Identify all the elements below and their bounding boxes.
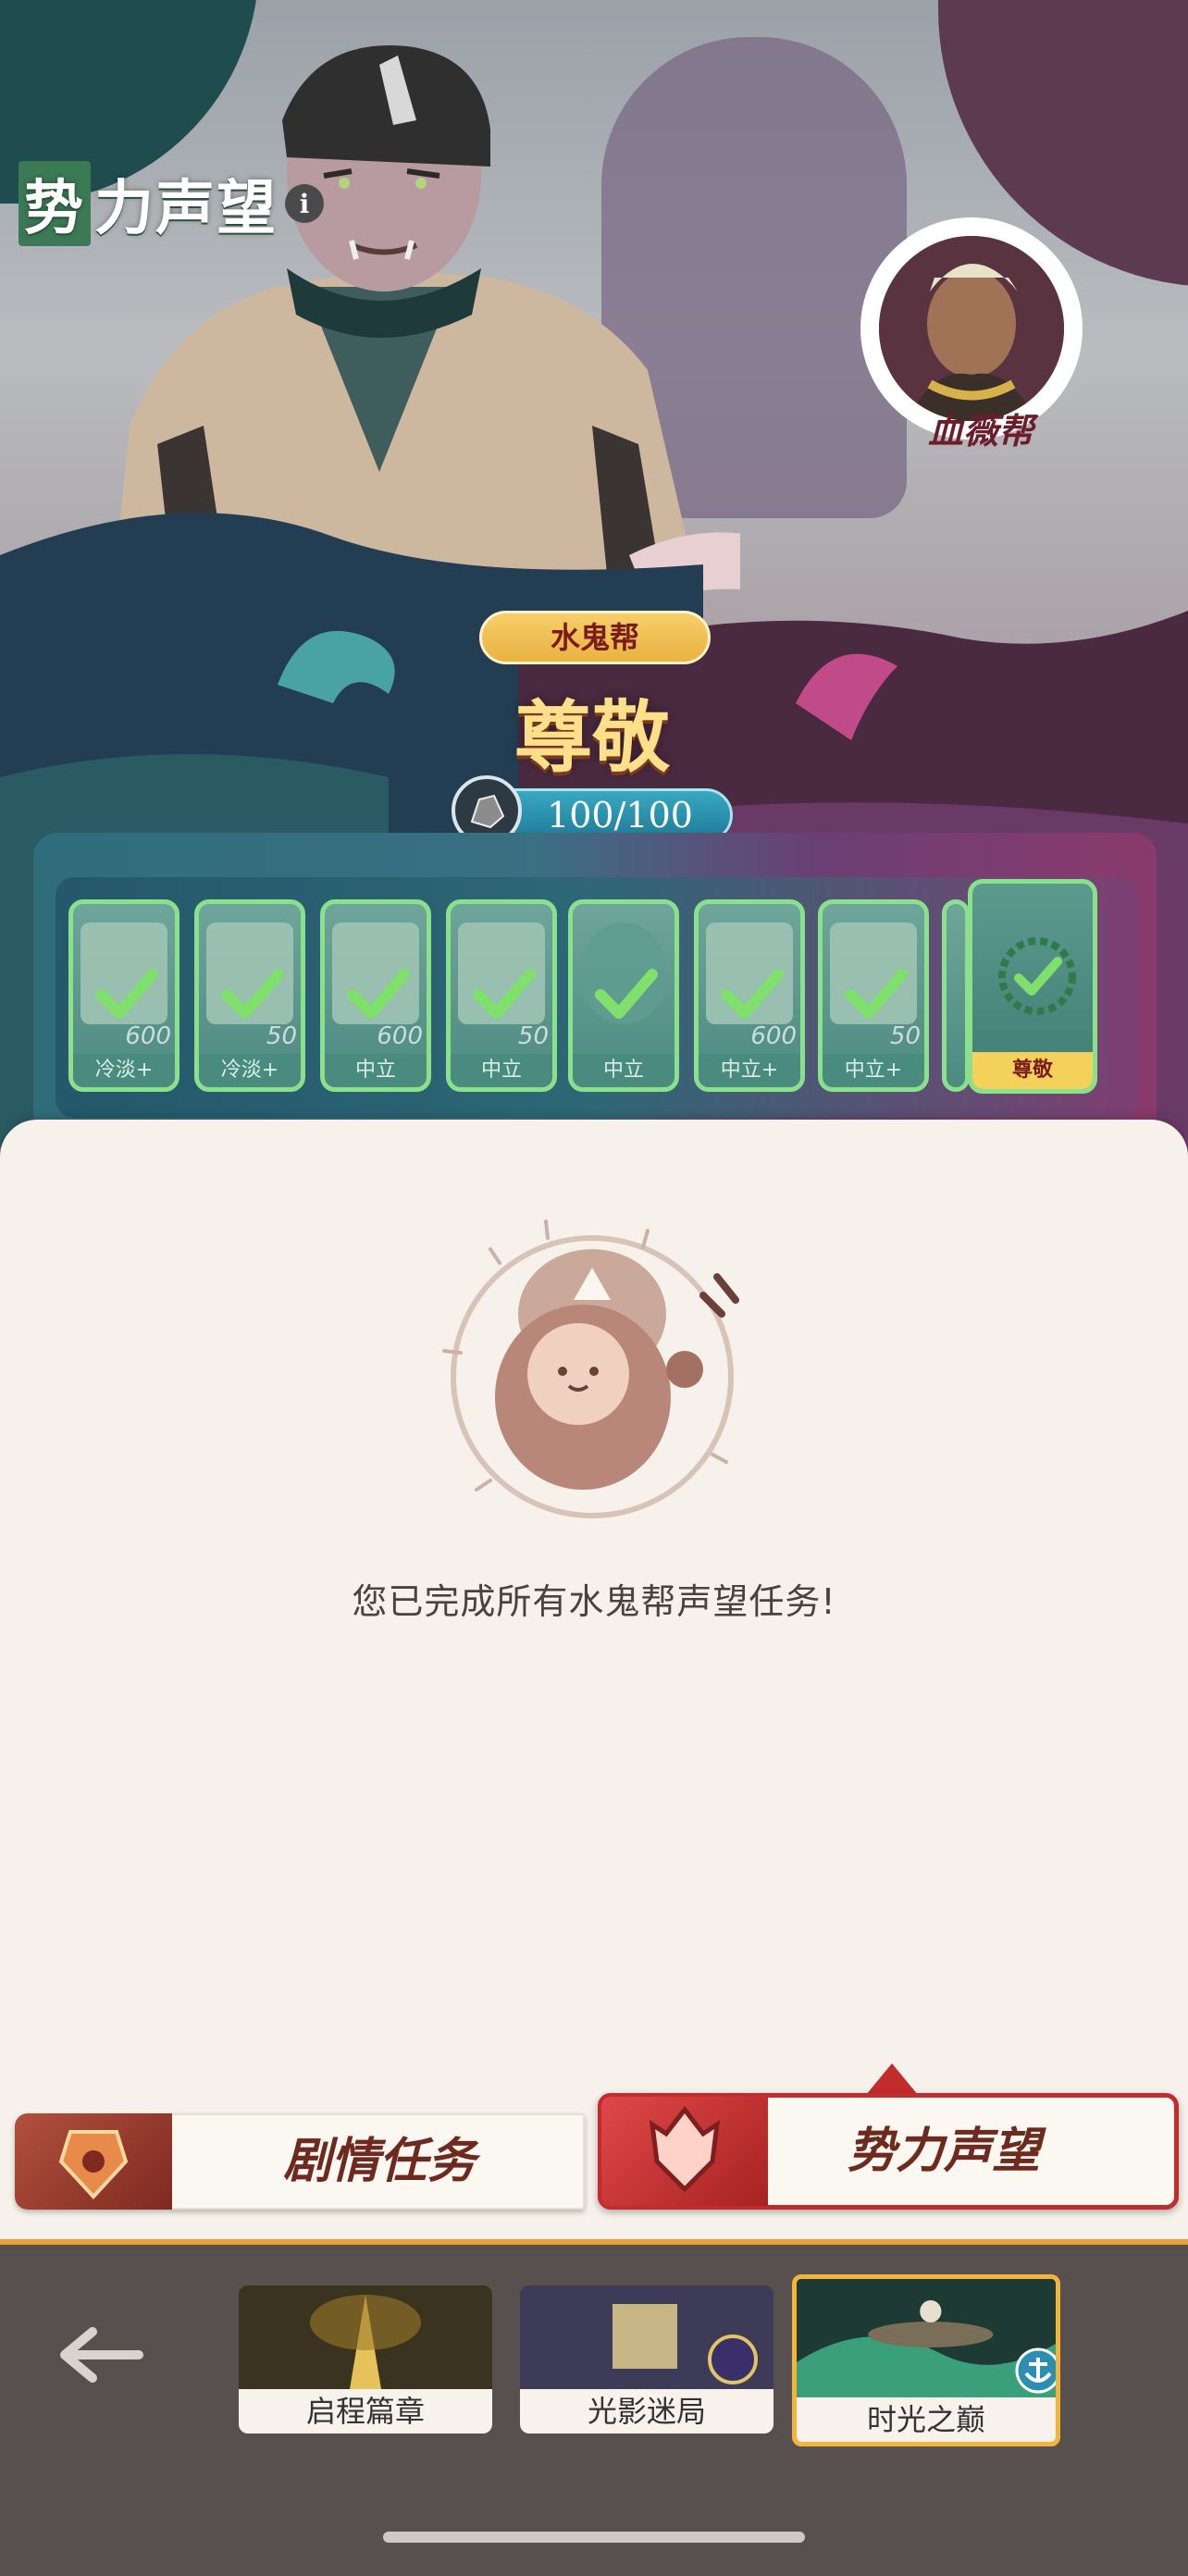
info-icon[interactable]: i [285, 184, 324, 223]
chapter-label: 启程篇章 [239, 2389, 492, 2434]
reward-card[interactable]: 600 中立 [320, 899, 431, 1092]
rival-avatar [879, 236, 1064, 421]
chapter-art [239, 2285, 492, 2389]
chapter-art [520, 2285, 773, 2389]
page-title-rest: 力声望 [94, 174, 278, 243]
check-icon [347, 969, 410, 1019]
reward-label: 尊敬 [972, 1052, 1093, 1089]
back-arrow-icon[interactable] [56, 2322, 148, 2387]
reputation-level: 尊敬 [514, 691, 670, 783]
reward-card-current[interactable]: 尊敬 [968, 879, 1097, 1094]
tab-reputation-icon [601, 2097, 768, 2206]
faction-name-badge: 水鬼帮 [479, 611, 711, 664]
reward-card[interactable]: 600 中立+ [694, 899, 805, 1092]
page-title: 势 力声望 i [19, 161, 324, 246]
faction-hero: 势 力声望 i 血薇帮 水鬼帮 尊敬 100/100 600 冷淡+ 50 冷淡… [0, 0, 1188, 1157]
check-icon [473, 969, 536, 1019]
tab-story-label: 剧情任务 [282, 2133, 476, 2189]
check-icon [721, 969, 784, 1019]
check-icon [221, 969, 284, 1019]
reward-card[interactable]: 50 冷淡+ [194, 899, 305, 1092]
rival-faction-label: 血薇帮 [927, 410, 1033, 452]
reward-label: 中立+ [823, 1054, 924, 1087]
active-tab-indicator [866, 2063, 918, 2095]
check-icon [595, 969, 658, 1019]
rival-faction-button[interactable]: 血薇帮 [860, 217, 1092, 452]
tab-reputation-label: 势力声望 [847, 2123, 1040, 2179]
reward-label: 中立 [451, 1054, 552, 1087]
page-title-first-char: 势 [19, 161, 91, 246]
chapter-card-active[interactable]: 时光之巅 [792, 2274, 1060, 2446]
check-icon [998, 937, 1076, 1015]
reward-label: 中立 [573, 1054, 674, 1087]
check-icon [845, 969, 908, 1019]
reward-card-partial[interactable] [942, 899, 970, 1092]
reward-card[interactable]: 中立 [568, 899, 679, 1092]
reward-label: 冷淡+ [73, 1054, 175, 1087]
mascot-illustration [442, 1220, 739, 1518]
check-icon [95, 969, 158, 1019]
completion-message: 您已完成所有水鬼帮声望任务! [352, 1581, 836, 1622]
reward-card[interactable]: 600 冷淡+ [68, 899, 179, 1092]
home-indicator [383, 2532, 805, 2543]
chapter-card[interactable]: 光影迷局 [520, 2285, 773, 2434]
reward-label: 中立+ [699, 1054, 800, 1087]
reward-card[interactable]: 50 中立+ [818, 899, 929, 1092]
chapter-label: 时光之巅 [797, 2397, 1056, 2442]
chapter-label: 光影迷局 [520, 2389, 773, 2434]
reward-card[interactable]: 50 中立 [446, 899, 557, 1092]
chapter-card[interactable]: 启程篇章 [239, 2285, 492, 2434]
reward-label: 中立 [325, 1054, 427, 1087]
tab-story-icon [15, 2113, 172, 2210]
anchor-icon [1015, 2347, 1056, 2394]
reward-label: 冷淡+ [199, 1054, 301, 1087]
